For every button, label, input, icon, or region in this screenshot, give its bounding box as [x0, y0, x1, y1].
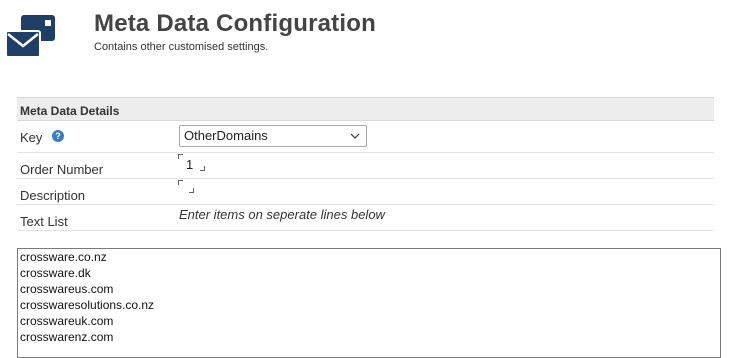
list-item: crosswareuk.com [20, 314, 114, 328]
page-title: Meta Data Configuration [94, 10, 376, 37]
description-field[interactable] [178, 180, 198, 198]
order-number-value: 1 [186, 157, 194, 172]
key-label: Key [20, 130, 43, 145]
list-item: crosswarenz.com [20, 330, 114, 344]
chevron-down-icon [350, 133, 360, 139]
edit-corner-marker [200, 166, 205, 171]
text-list-label: Text List [20, 214, 68, 229]
edit-corner-marker [178, 180, 183, 185]
text-list-textarea[interactable]: crossware.co.nz crossware.dk crosswareus… [17, 248, 721, 358]
description-label: Description [20, 188, 86, 203]
key-row: Key ? OtherDomains [17, 121, 714, 153]
envelope-card-icon [5, 15, 55, 58]
list-item: crossware.dk [20, 266, 91, 280]
list-item: crosswareus.com [20, 282, 114, 296]
edit-corner-marker [178, 154, 183, 159]
text-list-hint: Enter items on seperate lines below [179, 207, 385, 222]
page-subtitle: Contains other customised settings. [94, 41, 269, 53]
key-select[interactable]: OtherDomains [179, 125, 367, 147]
edit-corner-marker [189, 188, 194, 193]
order-number-field[interactable]: 1 [178, 154, 208, 172]
order-number-label: Order Number [20, 162, 104, 177]
order-number-row: Order Number 1 [17, 153, 714, 179]
description-row: Description [17, 179, 714, 205]
list-item: crossware.co.nz [20, 250, 107, 264]
list-item: crosswaresolutions.co.nz [20, 298, 155, 312]
text-list-row: Text List Enter items on seperate lines … [17, 205, 714, 231]
key-select-value: OtherDomains [184, 128, 268, 143]
panel-header: Meta Data Details [17, 97, 714, 121]
question-circle-icon[interactable]: ? [52, 130, 64, 142]
meta-data-details-panel: Meta Data Details Key ? OtherDomains Ord… [17, 97, 714, 231]
